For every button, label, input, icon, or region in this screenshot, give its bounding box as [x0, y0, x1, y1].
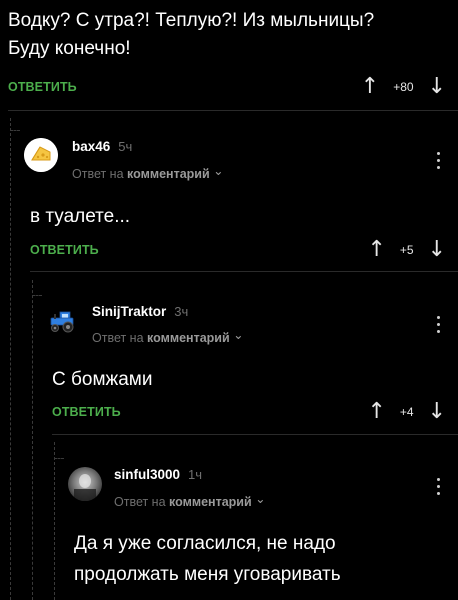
downvote-arrow-icon[interactable]: ↓ [428, 401, 446, 423]
thread-connector [32, 295, 42, 296]
downvote-arrow-icon[interactable]: ↓ [428, 239, 446, 261]
thread-connector [10, 130, 20, 131]
divider [52, 434, 458, 435]
comment-1-rating: +80 [393, 80, 414, 94]
thread-line-level-2 [32, 280, 33, 600]
avatar[interactable] [68, 467, 102, 501]
reply-to-link[interactable]: Ответ на комментарий ⌄ [72, 164, 224, 181]
more-options-icon[interactable] [435, 476, 441, 497]
comment-1-body-line-1: Водку? С утра?! Теплую?! Из мыльницы? [8, 10, 375, 31]
username[interactable]: SinijTraktor [92, 304, 166, 319]
chevron-down-icon: ⌄ [213, 164, 224, 178]
divider [30, 271, 458, 272]
reply-to-target: комментарий [127, 167, 210, 181]
divider [8, 110, 458, 111]
comment-4-body-line-1: Да я уже согласился, не надо [74, 533, 336, 554]
comment-3-reply-button[interactable]: ОТВЕТИТЬ [52, 405, 121, 419]
timestamp: 3ч [174, 304, 189, 319]
comment-3-vote-controls: ↑ +4 ↓ [367, 401, 446, 423]
comment-2-vote-controls: ↑ +5 ↓ [367, 239, 446, 261]
comment-4-body-line-2: продолжать меня уговаривать [74, 564, 341, 585]
comment-1-body-line-2: Буду конечно! [8, 38, 131, 59]
reply-to-link[interactable]: Ответ на комментарий ⌄ [114, 492, 266, 509]
avatar[interactable] [46, 303, 80, 337]
comment-2-rating: +5 [399, 243, 414, 257]
comment-2-body: в туалете... [30, 206, 131, 227]
comment-1-vote-controls: ↑ +80 ↓ [361, 76, 446, 98]
chevron-down-icon: ⌄ [233, 328, 244, 342]
upvote-arrow-icon[interactable]: ↑ [361, 76, 379, 98]
comment-1-reply-button[interactable]: ОТВЕТИТЬ [8, 80, 77, 94]
reply-to-target: комментарий [169, 495, 252, 509]
thread-line-level-1 [10, 118, 11, 600]
thread-connector [54, 458, 64, 459]
username[interactable]: bax46 [72, 139, 110, 154]
reply-to-prefix: Ответ на [92, 331, 144, 345]
upvote-arrow-icon[interactable]: ↑ [367, 401, 385, 423]
reply-to-link[interactable]: Ответ на комментарий ⌄ [92, 328, 244, 345]
blue-tractor-avatar-icon [46, 303, 80, 337]
username[interactable]: sinful3000 [114, 467, 180, 482]
thread-line-level-3 [54, 442, 55, 600]
downvote-arrow-icon[interactable]: ↓ [428, 76, 446, 98]
cheese-avatar-icon [24, 138, 58, 172]
upvote-arrow-icon[interactable]: ↑ [367, 239, 385, 261]
timestamp: 1ч [188, 467, 203, 482]
reply-to-prefix: Ответ на [72, 167, 124, 181]
more-options-icon[interactable] [435, 150, 441, 171]
comment-3-rating: +4 [399, 405, 414, 419]
timestamp: 5ч [118, 139, 133, 154]
comment-2-reply-button[interactable]: ОТВЕТИТЬ [30, 243, 99, 257]
more-options-icon[interactable] [435, 314, 441, 335]
reply-to-prefix: Ответ на [114, 495, 166, 509]
reply-to-target: комментарий [147, 331, 230, 345]
avatar[interactable] [24, 138, 58, 172]
chevron-down-icon: ⌄ [255, 492, 266, 506]
comment-3-body: С бомжами [52, 369, 153, 390]
photo-avatar-icon [68, 467, 102, 501]
